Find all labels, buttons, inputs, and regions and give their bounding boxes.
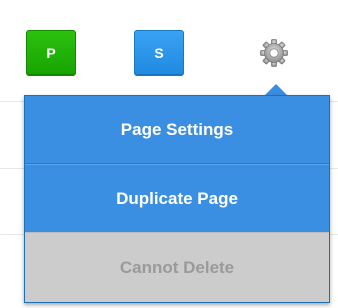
page-options-menu: Page Settings Duplicate Page Cannot Dele… bbox=[24, 95, 330, 303]
page-settings-menu-item[interactable]: Page Settings bbox=[25, 96, 329, 164]
page-badge-s[interactable]: S bbox=[134, 30, 184, 76]
duplicate-page-menu-item[interactable]: Duplicate Page bbox=[25, 164, 329, 232]
page-badge-p[interactable]: P bbox=[26, 30, 76, 76]
cannot-delete-menu-item: Cannot Delete bbox=[25, 232, 329, 302]
gear-icon[interactable] bbox=[258, 37, 290, 69]
